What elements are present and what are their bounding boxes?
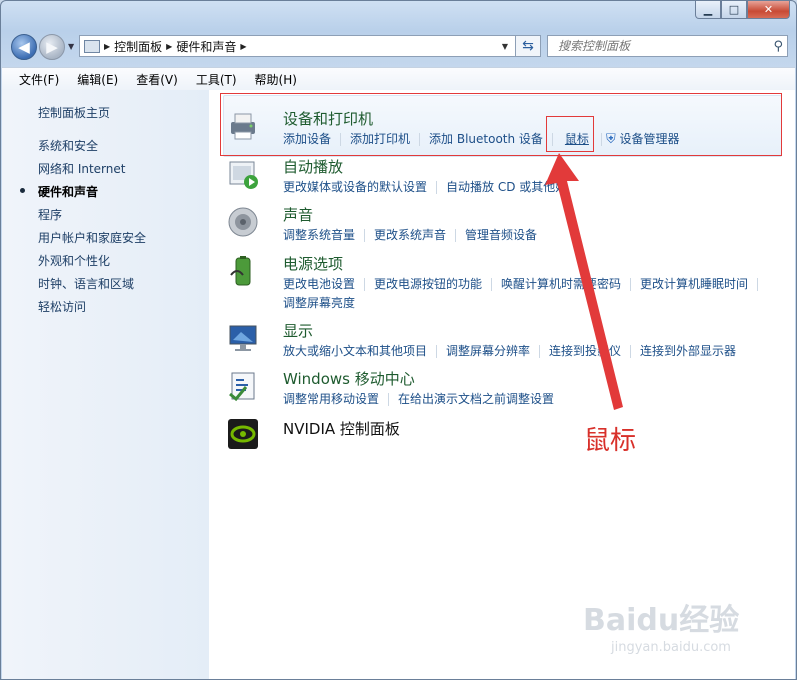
refresh-button[interactable]: ⇆ — [515, 35, 541, 57]
link-battery-settings[interactable]: 更改电池设置 — [283, 275, 355, 292]
mobility-links: 调整常用移动设置 在给出演示文档之前调整设置 — [283, 390, 554, 407]
sidebar-item-clock-region[interactable]: 时钟、语言和区域 — [38, 275, 134, 292]
monitor-icon[interactable] — [227, 322, 259, 354]
breadcrumb-chevron-icon[interactable]: ▶ — [104, 42, 110, 51]
sidebar-item-home[interactable]: 控制面板主页 — [38, 104, 110, 121]
link-power-button-function[interactable]: 更改电源按钮的功能 — [374, 275, 482, 292]
sound-links: 调整系统音量 更改系统声音 管理音频设备 — [283, 226, 537, 243]
watermark-logo: Baidu经验 — [583, 603, 740, 638]
caption-buttons: ▁ □ ✕ — [695, 1, 790, 20]
link-change-media-defaults[interactable]: 更改媒体或设备的默认设置 — [283, 178, 427, 195]
watermark-url: jingyan.baidu.com — [611, 640, 731, 655]
breadcrumb-hardware-sound[interactable]: 硬件和声音 — [176, 38, 236, 55]
nvidia-icon[interactable] — [227, 418, 259, 450]
menu-help[interactable]: 帮助(H) — [246, 71, 306, 88]
control-panel-icon — [84, 39, 100, 53]
category-title-autoplay[interactable]: 自动播放 — [283, 156, 343, 177]
speaker-icon[interactable] — [227, 206, 259, 238]
back-button[interactable]: ◀ — [11, 34, 37, 60]
link-external-display[interactable]: 连接到外部显示器 — [640, 342, 736, 359]
navigation-bar: ◀ ▶ ▼ ▶ 控制面板 ▶ 硬件和声音 ▶ ▼ ⇆ ⚲ — [9, 33, 788, 61]
link-manage-audio-devices[interactable]: 管理音频设备 — [465, 226, 537, 243]
annotation-arrow — [545, 153, 623, 410]
power-links: 更改电池设置 更改电源按钮的功能 唤醒计算机时需要密码 更改计算机睡眠时间 — [283, 275, 767, 292]
mobility-center-icon[interactable] — [227, 370, 259, 402]
search-icon[interactable]: ⚲ — [773, 39, 783, 54]
link-screen-resolution[interactable]: 调整屏幕分辨率 — [446, 342, 530, 359]
forward-button[interactable]: ▶ — [39, 34, 65, 60]
control-panel-window: ▁ □ ✕ ◀ ▶ ▼ ▶ 控制面板 ▶ 硬件和声音 ▶ ▼ ⇆ ⚲ 文件(F)… — [0, 0, 797, 680]
address-bar[interactable]: ▶ 控制面板 ▶ 硬件和声音 ▶ ▼ — [79, 35, 541, 57]
sidebar-item-programs[interactable]: 程序 — [38, 206, 62, 223]
main-pane: 设备和打印机 添加设备 添加打印机 添加 Bluetooth 设备 鼠标 ⛨ 设备管理器… — [209, 90, 795, 679]
sidebar-item-appearance[interactable]: 外观和个性化 — [38, 252, 110, 269]
breadcrumb-control-panel[interactable]: 控制面板 — [114, 38, 162, 55]
menu-bar: 文件(F) 编辑(E) 查看(V) 工具(T) 帮助(H) — [2, 67, 795, 91]
search-input[interactable] — [556, 38, 760, 54]
sidebar: 控制面板主页 系统和安全 网络和 Internet 硬件和声音 程序 用户帐户和… — [2, 90, 209, 679]
link-change-system-sounds[interactable]: 更改系统声音 — [374, 226, 446, 243]
link-add-bluetooth[interactable]: 添加 Bluetooth 设备 — [429, 130, 543, 147]
autoplay-links: 更改媒体或设备的默认设置 自动播放 CD 或其他媒 — [283, 178, 567, 195]
menu-view[interactable]: 查看(V) — [127, 71, 187, 88]
category-title-power[interactable]: 电源选项 — [283, 253, 343, 274]
menu-edit[interactable]: 编辑(E) — [68, 71, 127, 88]
annotation-label: 鼠标 — [584, 426, 637, 456]
sidebar-item-hardware-sound[interactable]: 硬件和声音 — [38, 183, 98, 200]
minimize-button[interactable]: ▁ — [695, 1, 721, 19]
breadcrumb-chevron-icon[interactable]: ▶ — [166, 42, 172, 51]
category-title-mobility[interactable]: Windows 移动中心 — [283, 368, 415, 389]
address-dropdown-icon[interactable]: ▼ — [496, 36, 514, 56]
sidebar-item-ease-of-access[interactable]: 轻松访问 — [38, 298, 86, 315]
link-presentation-settings[interactable]: 在给出演示文档之前调整设置 — [398, 390, 554, 407]
maximize-button[interactable]: □ — [721, 1, 747, 19]
link-add-printer[interactable]: 添加打印机 — [350, 130, 410, 147]
printer-icon[interactable] — [227, 110, 259, 142]
category-title-display[interactable]: 显示 — [283, 320, 313, 341]
sidebar-item-system-security[interactable]: 系统和安全 — [38, 137, 98, 154]
category-title-nvidia[interactable]: NVIDIA 控制面板 — [283, 418, 400, 439]
link-screen-brightness[interactable]: 调整屏幕亮度 — [283, 296, 355, 310]
breadcrumb-chevron-icon[interactable]: ▶ — [240, 42, 246, 51]
menu-tools[interactable]: 工具(T) — [187, 71, 246, 88]
power-links-row2: 调整屏幕亮度 — [283, 294, 355, 311]
recent-pages-dropdown-icon[interactable]: ▼ — [68, 42, 74, 51]
close-button[interactable]: ✕ — [747, 1, 790, 19]
link-add-device[interactable]: 添加设备 — [283, 130, 331, 147]
selected-bullet-icon — [20, 188, 25, 193]
search-box[interactable]: ⚲ — [547, 35, 788, 57]
link-mobility-settings[interactable]: 调整常用移动设置 — [283, 390, 379, 407]
menu-file[interactable]: 文件(F) — [10, 71, 68, 88]
autoplay-icon[interactable] — [227, 158, 259, 190]
sidebar-item-user-accounts[interactable]: 用户帐户和家庭安全 — [38, 229, 146, 246]
link-sleep-time[interactable]: 更改计算机睡眠时间 — [640, 275, 748, 292]
battery-icon[interactable] — [227, 255, 259, 287]
category-title-sound[interactable]: 声音 — [283, 204, 313, 225]
sidebar-item-network[interactable]: 网络和 Internet — [38, 160, 125, 177]
category-title-devices[interactable]: 设备和打印机 — [283, 108, 373, 129]
link-text-size[interactable]: 放大或缩小文本和其他项目 — [283, 342, 427, 359]
display-links: 放大或缩小文本和其他项目 调整屏幕分辨率 连接到投影仪 连接到外部显示器 — [283, 342, 736, 359]
link-adjust-volume[interactable]: 调整系统音量 — [283, 226, 355, 243]
